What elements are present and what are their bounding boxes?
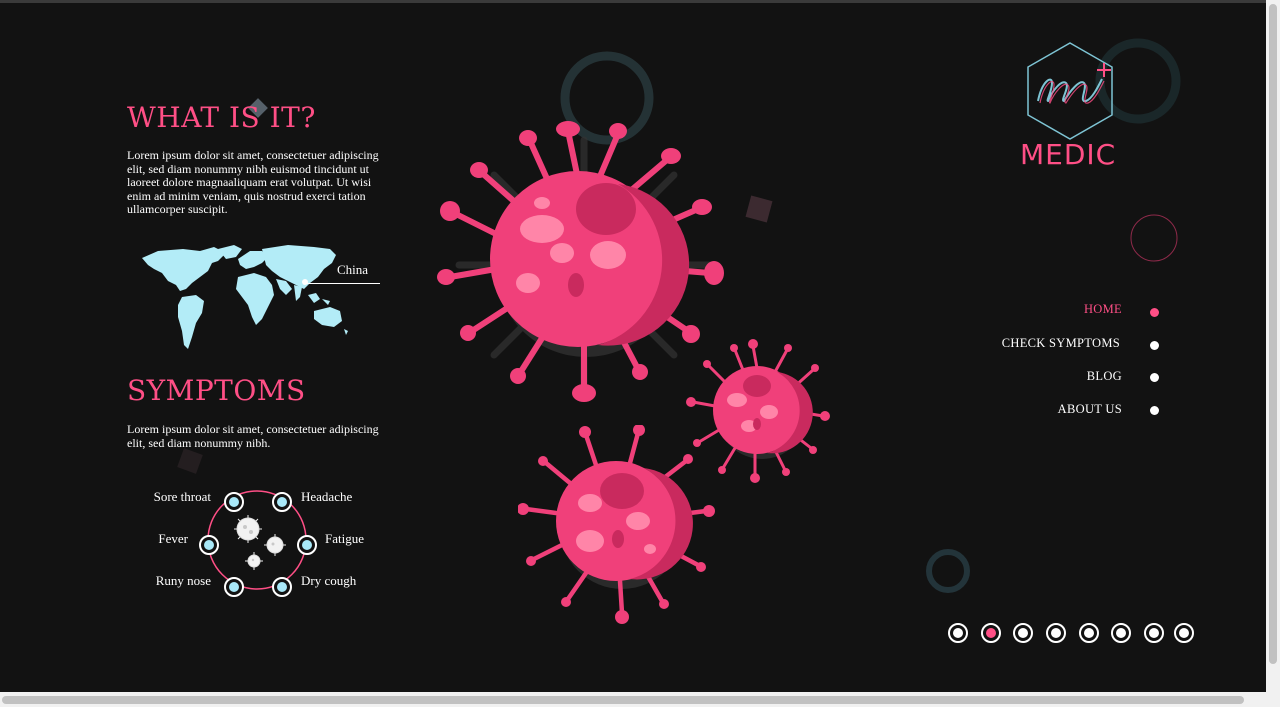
nav-dot-check-symptoms[interactable] (1150, 341, 1159, 350)
world-map (142, 245, 348, 349)
vertical-scrollbar[interactable] (1266, 0, 1280, 692)
logo-wordmark: MEDIC (1020, 138, 1117, 171)
about-title: WHAT IS IT? (127, 101, 316, 134)
pager-dot[interactable] (1144, 623, 1164, 643)
symptom-marker-dry-cough (272, 577, 292, 597)
symptom-marker-runny-nose (224, 577, 244, 597)
nav-item-about-us[interactable]: ABOUT US (1058, 402, 1122, 417)
map-marker (302, 279, 308, 285)
pager-dot[interactable] (1174, 623, 1194, 643)
nav-dot-home[interactable] (1150, 308, 1159, 317)
horizontal-scrollbar[interactable] (0, 692, 1280, 707)
about-text: Lorem ipsum dolor sit amet, consectetuer… (127, 148, 379, 216)
symptom-marker-headache (272, 492, 292, 512)
pager-dot[interactable] (1013, 623, 1033, 643)
symptom-marker-fever (199, 535, 219, 555)
nav-item-blog[interactable]: BLOG (1087, 369, 1122, 384)
page: WHAT IS IT? Lorem ipsum dolor sit amet, … (0, 3, 1266, 692)
symptom-label: Runy nose (155, 573, 211, 588)
symptom-label: Dry cough (301, 573, 357, 588)
pager-dot[interactable] (1046, 623, 1066, 643)
virus-illustration-small (518, 425, 715, 624)
symptom-label: Fever (158, 531, 188, 546)
nav-item-home[interactable]: HOME (1084, 302, 1122, 317)
pager-dot[interactable] (1079, 623, 1099, 643)
symptoms-title: SYMPTOMS (127, 374, 306, 407)
symptom-label: Sore throat (153, 489, 211, 504)
medic-logo-icon (1027, 42, 1113, 140)
virus-cluster-icon (234, 515, 286, 570)
pager-dot[interactable] (981, 623, 1001, 643)
symptom-marker-sore-throat (224, 492, 244, 512)
map-pointer-line (305, 283, 380, 284)
nav-dot-about-us[interactable] (1150, 406, 1159, 415)
symptom-label: Fatigue (325, 531, 364, 546)
horizontal-scrollbar-thumb[interactable] (2, 696, 1244, 704)
symptom-marker-fatigue (297, 535, 317, 555)
nav-item-check-symptoms[interactable]: CHECK SYMPTOMS (1002, 336, 1120, 351)
symptom-label: Headache (301, 489, 353, 504)
vertical-scrollbar-thumb[interactable] (1269, 4, 1277, 664)
pager-dot[interactable] (948, 623, 968, 643)
nav-dot-blog[interactable] (1150, 373, 1159, 382)
symptoms-text: Lorem ipsum dolor sit amet, consectetuer… (127, 422, 379, 450)
map-label-china: China (337, 262, 369, 277)
pager-dot[interactable] (1111, 623, 1131, 643)
